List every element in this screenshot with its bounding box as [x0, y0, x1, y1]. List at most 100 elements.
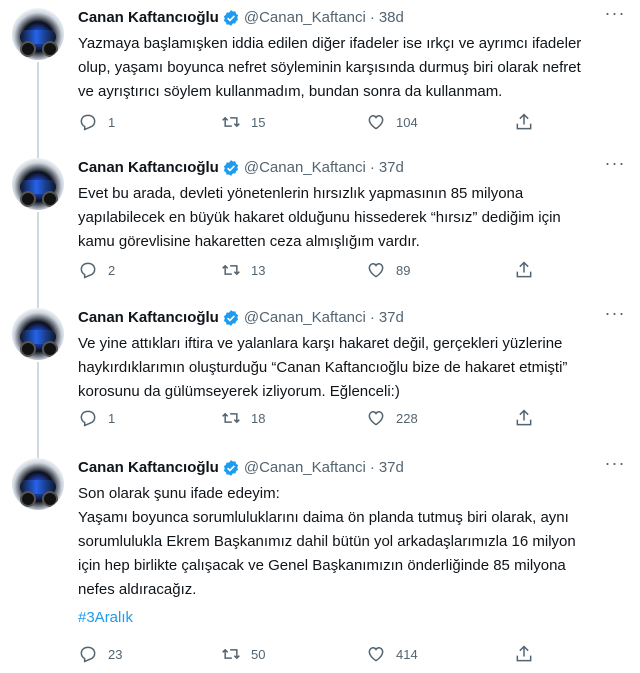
tweet-actions: 1 15 104 [78, 112, 558, 134]
heart-icon [368, 410, 384, 426]
separator-dot: · [369, 9, 375, 26]
hashtag-row: #3Aralık [78, 606, 626, 630]
tweet-text-line: korosunu da gülümseyerek izliyorum. Eğle… [78, 383, 400, 400]
more-icon[interactable]: ··· [604, 154, 626, 176]
like-button[interactable]: 104 [366, 112, 418, 132]
separator-dot: · [369, 159, 375, 176]
timestamp[interactable]: 37d [379, 458, 404, 478]
more-icon[interactable]: ··· [604, 4, 626, 26]
tweet-text-line: kamu görevlisine hakaretten ceza almışlı… [78, 233, 420, 250]
tweet[interactable]: Canan Kaftancıoğlu @Canan_Kaftanci · 38d… [0, 0, 640, 150]
more-icon[interactable]: ··· [604, 454, 626, 476]
tweet-text-line: ve ayrıştırıcı söylem kullanmadım, bunda… [78, 83, 503, 100]
retweet-button[interactable]: 50 [221, 644, 265, 664]
tweet-text: Ve yine attıkları iftira ve yalanlara ka… [78, 332, 626, 404]
reply-icon [80, 410, 96, 427]
like-button[interactable]: 414 [366, 644, 418, 664]
share-button[interactable] [514, 112, 544, 132]
tweet[interactable]: Canan Kaftancıoğlu @Canan_Kaftanci · 37d… [0, 300, 640, 450]
verified-badge-icon [223, 310, 238, 326]
retweet-icon [222, 412, 240, 424]
retweet-icon [222, 116, 240, 128]
like-count: 104 [396, 114, 418, 130]
avatar[interactable] [12, 308, 64, 360]
like-count: 89 [396, 262, 411, 278]
retweet-icon [222, 264, 240, 276]
reply-count: 2 [108, 262, 116, 278]
author-name[interactable]: Canan Kaftancıoğlu [78, 8, 219, 28]
share-icon [516, 261, 532, 278]
tweet-header: Canan Kaftancıoğlu @Canan_Kaftanci · 37d [78, 458, 404, 478]
timestamp[interactable]: 37d [379, 158, 404, 178]
author-name[interactable]: Canan Kaftancıoğlu [78, 158, 219, 178]
author-handle[interactable]: @Canan_Kaftanci [244, 458, 366, 478]
reply-button[interactable]: 1 [78, 408, 115, 428]
hashtag-link[interactable]: #3Aralık [78, 609, 133, 626]
share-button[interactable] [514, 644, 544, 664]
tweet-text-line: Evet bu arada, devleti yönetenlerin hırs… [78, 185, 524, 202]
retweet-count: 18 [251, 410, 266, 426]
tweet-text-line: yapılabilecek en büyük hakaret olduğunu … [78, 209, 561, 226]
avatar[interactable] [12, 8, 64, 60]
retweet-button[interactable]: 13 [221, 260, 265, 280]
share-button[interactable] [514, 260, 544, 280]
tweet-text-line: Yaşamı boyunca sorumluluklarını daima ön… [78, 509, 569, 526]
author-handle[interactable]: @Canan_Kaftanci [244, 308, 366, 328]
retweet-count: 13 [251, 262, 266, 278]
retweet-icon [222, 648, 240, 660]
share-icon [516, 409, 532, 426]
reply-count: 1 [108, 410, 116, 426]
heart-icon [368, 114, 384, 130]
tweet-text: Son olarak şunu ifade edeyim: Yaşamı boy… [78, 482, 626, 602]
timestamp[interactable]: 38d [379, 8, 404, 28]
reply-button[interactable]: 1 [78, 112, 115, 132]
reply-icon [80, 646, 96, 663]
avatar[interactable] [12, 158, 64, 210]
tweet-text: Evet bu arada, devleti yönetenlerin hırs… [78, 182, 626, 254]
retweet-count: 15 [251, 114, 266, 130]
author-handle[interactable]: @Canan_Kaftanci [244, 158, 366, 178]
heart-icon [368, 262, 384, 278]
heart-icon [368, 646, 384, 662]
share-button[interactable] [514, 408, 544, 428]
tweet-header: Canan Kaftancıoğlu @Canan_Kaftanci · 38d [78, 8, 404, 28]
retweet-button[interactable]: 15 [221, 112, 265, 132]
reply-count: 1 [108, 114, 116, 130]
reply-button[interactable]: 23 [78, 644, 122, 664]
separator-dot: · [369, 309, 375, 326]
retweet-button[interactable]: 18 [221, 408, 265, 428]
verified-badge-icon [223, 10, 238, 26]
tweet-header: Canan Kaftancıoğlu @Canan_Kaftanci · 37d [78, 158, 404, 178]
tweet-text-line: Yazmaya başlamışken iddia edilen diğer i… [78, 35, 582, 52]
tweet-actions: 1 18 228 [78, 408, 558, 430]
retweet-count: 50 [251, 646, 266, 662]
tweet-actions: 23 50 414 [78, 644, 558, 666]
tweet-thread: Canan Kaftancıoğlu @Canan_Kaftanci · 38d… [0, 0, 640, 673]
author-handle[interactable]: @Canan_Kaftanci [244, 8, 366, 28]
verified-badge-icon [223, 460, 238, 476]
author-name[interactable]: Canan Kaftancıoğlu [78, 458, 219, 478]
like-button[interactable]: 228 [366, 408, 418, 428]
share-icon [516, 645, 532, 662]
tweet-actions: 2 13 89 [78, 260, 558, 282]
tweet-header: Canan Kaftancıoğlu @Canan_Kaftanci · 37d [78, 308, 404, 328]
reply-button[interactable]: 2 [78, 260, 115, 280]
reply-icon [80, 262, 96, 279]
more-icon[interactable]: ··· [604, 304, 626, 326]
tweet-text-line: Ve yine attıkları iftira ve yalanlara ka… [78, 335, 563, 352]
like-count: 228 [396, 410, 418, 426]
avatar[interactable] [12, 458, 64, 510]
tweet-text-line: haykırdıklarımın oluşturduğu “Canan Kaft… [78, 359, 568, 376]
tweet-text-line: için hep birlikte çalışacak ve Genel Baş… [78, 557, 566, 574]
tweet-text-line: olup, yaşamı boyunca nefret söyleminin k… [78, 59, 581, 76]
tweet[interactable]: Canan Kaftancıoğlu @Canan_Kaftanci · 37d… [0, 150, 640, 300]
tweet-text-line: nefes aldıracağız. [78, 581, 197, 598]
tweet-text-line: Son olarak şunu ifade edeyim: [78, 485, 280, 502]
separator-dot: · [369, 459, 375, 476]
tweet[interactable]: Canan Kaftancıoğlu @Canan_Kaftanci · 37d… [0, 450, 640, 673]
author-name[interactable]: Canan Kaftancıoğlu [78, 308, 219, 328]
tweet-text-line: sorumlulukla Ekrem Başkanımız dahil bütü… [78, 533, 576, 550]
like-button[interactable]: 89 [366, 260, 410, 280]
timestamp[interactable]: 37d [379, 308, 404, 328]
like-count: 414 [396, 646, 418, 662]
